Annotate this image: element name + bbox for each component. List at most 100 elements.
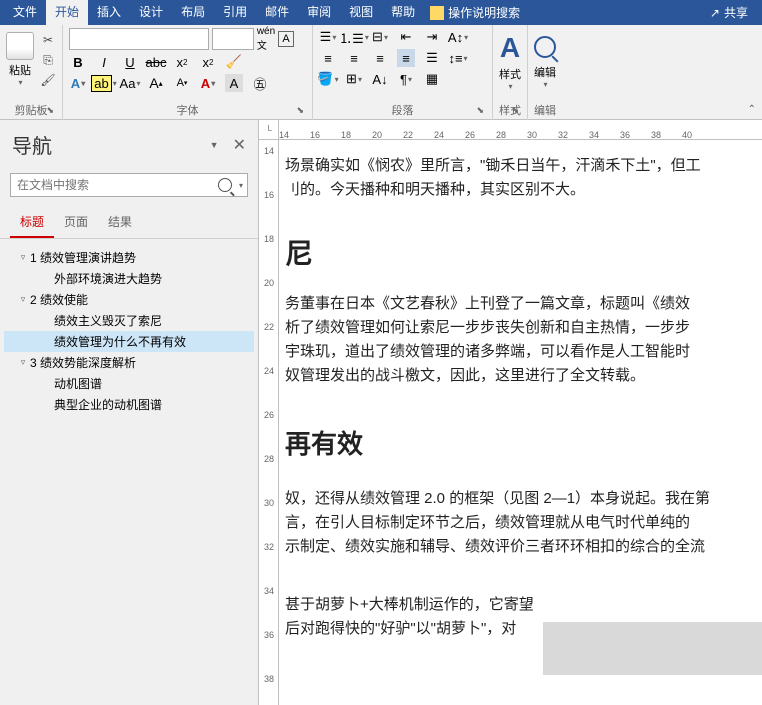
nav-tree-item[interactable]: 动机图谱 (4, 373, 254, 394)
styles-button[interactable]: 样式 (499, 66, 521, 82)
find-icon[interactable] (534, 36, 556, 58)
search-icon[interactable] (218, 178, 232, 192)
italic-button[interactable]: I (95, 53, 113, 71)
font-launcher-icon[interactable]: ⬊ (296, 105, 304, 116)
nav-tree-item[interactable]: 绩效主义毁灭了索尼 (4, 310, 254, 331)
font-label: 字体 (177, 105, 199, 117)
nav-tab-pages[interactable]: 页面 (54, 207, 98, 238)
underline-button[interactable]: U (121, 53, 139, 71)
clipboard-launcher-icon[interactable]: ⬊ (46, 105, 54, 116)
clipboard-label: 剪贴板 (15, 105, 48, 117)
edit-button[interactable]: 编辑 (534, 64, 556, 80)
nav-tree-item[interactable]: ▿1 绩效管理演讲趋势 (4, 247, 254, 268)
tab-design[interactable]: 设计 (130, 0, 172, 25)
change-case-icon[interactable]: Aa▾ (121, 74, 139, 92)
group-styles: A 样式 ▾ 样式⬊ (493, 25, 528, 120)
nav-tree-item[interactable]: 绩效管理为什么不再有效 (4, 331, 254, 352)
nav-search-input[interactable] (11, 178, 218, 192)
tab-help[interactable]: 帮助 (382, 0, 424, 25)
line-spacing-icon[interactable]: ↕≡▾ (449, 49, 467, 67)
vertical-ruler[interactable]: 14161820222426283032343638 (259, 140, 279, 705)
tab-file[interactable]: 文件 (4, 0, 46, 25)
strikethrough-button[interactable]: abc (147, 53, 165, 71)
tell-me-search[interactable]: 操作说明搜索 (430, 4, 520, 21)
shrink-font-icon[interactable]: A▾ (173, 74, 191, 92)
font-color-icon[interactable]: A▾ (199, 74, 217, 92)
styles-launcher-icon[interactable]: ⬊ (511, 105, 519, 116)
subscript-button[interactable]: x2 (173, 53, 191, 71)
tab-mailings[interactable]: 邮件 (256, 0, 298, 25)
paste-button[interactable]: 粘贴 (9, 62, 31, 78)
clear-format-icon[interactable]: 🧹 (225, 53, 243, 71)
body-text: 言，在引人目标制定环节之后，绩效管理就从电气时代单纯的 (285, 511, 752, 535)
styles-icon[interactable]: A (500, 32, 520, 64)
body-text: 奴，还得从绩效管理 2.0 的框架（见图 2—1）本身说起。我在第 (285, 487, 752, 511)
styles-dropdown[interactable]: ▾ (508, 82, 512, 91)
edit-dropdown[interactable]: ▾ (543, 80, 547, 89)
paragraph-launcher-icon[interactable]: ⬊ (476, 105, 484, 116)
paste-dropdown[interactable]: ▾ (18, 78, 22, 87)
nav-tree: ▿1 绩效管理演讲趋势外部环境演进大趋势▿2 绩效使能绩效主义毁灭了索尼绩效管理… (0, 239, 258, 705)
font-size-select[interactable] (212, 28, 254, 50)
tab-layout[interactable]: 布局 (172, 0, 214, 25)
tab-home[interactable]: 开始 (46, 0, 88, 25)
asian-layout-icon[interactable]: A↕▾ (449, 28, 467, 46)
horizontal-ruler[interactable]: └ 1416182022242628303234363840 (259, 120, 762, 140)
show-marks-icon[interactable]: ¶▾ (397, 70, 415, 88)
nav-dropdown-icon[interactable]: ▼ (210, 140, 219, 150)
nav-tree-item[interactable]: 典型企业的动机图谱 (4, 394, 254, 415)
tab-insert[interactable]: 插入 (88, 0, 130, 25)
ribbon: 粘贴 ▾ ✂ ⎘ 🖌 剪贴板⬊ wén文 A B I U abc x2 x2 🧹 (0, 25, 762, 120)
char-shading-icon[interactable]: A (225, 74, 243, 92)
nav-tree-item[interactable]: ▿2 绩效使能 (4, 289, 254, 310)
snap-grid-icon[interactable]: ▦ (423, 70, 441, 88)
body-text: 奴管理发出的战斗檄文，因此，这里进行了全文转载。 (285, 364, 752, 388)
body-text: 甚于胡萝卜+大棒机制运作的，它寄望 (285, 593, 752, 617)
body-text: 刂的。今天播种和明天播种，其实区别不大。 (285, 178, 752, 202)
shading-icon[interactable]: 🪣▾ (319, 70, 337, 88)
tab-view[interactable]: 视图 (340, 0, 382, 25)
paste-icon[interactable] (6, 32, 34, 60)
collapse-ribbon-icon[interactable]: ⌃ (748, 104, 756, 115)
text-effects-icon[interactable]: A▾ (69, 74, 87, 92)
nav-tree-item[interactable]: 外部环境演进大趋势 (4, 268, 254, 289)
nav-search-box[interactable]: ▾ (10, 173, 248, 197)
copy-icon[interactable]: ⎘ (40, 52, 56, 68)
font-name-select[interactable] (69, 28, 209, 50)
body-text: 宇珠玑，道出了绩效管理的诸多弊端，可以看作是人工智能时 (285, 340, 752, 364)
multilevel-icon[interactable]: ⊟▾ (371, 28, 389, 46)
tab-references[interactable]: 引用 (214, 0, 256, 25)
pinyin-guide-icon[interactable]: wén文 (257, 30, 275, 48)
bulb-icon (430, 6, 444, 20)
bold-button[interactable]: B (69, 53, 87, 71)
search-dropdown-icon[interactable]: ▾ (239, 181, 243, 190)
body-text: 示制定、绩效实施和辅导、绩效评价三者环环相扣的综合的全流 (285, 535, 752, 559)
align-left-icon[interactable]: ≡ (319, 49, 337, 67)
grow-font-icon[interactable]: A▴ (147, 74, 165, 92)
enclose-char-icon[interactable]: ㊄ (251, 74, 269, 92)
highlight-icon[interactable]: ab▾ (95, 74, 113, 92)
char-border-icon[interactable]: A (278, 31, 294, 47)
navigation-pane: 导航 ▼ ✕ ▾ 标题 页面 结果 ▿1 绩效管理演讲趋势外部环境演进大趋势▿2… (0, 120, 259, 705)
cut-icon[interactable]: ✂ (40, 32, 56, 48)
increase-indent-icon[interactable]: ⇥ (423, 28, 441, 46)
borders-icon[interactable]: ⊞▾ (345, 70, 363, 88)
format-painter-icon[interactable]: 🖌 (40, 72, 56, 88)
nav-close-icon[interactable]: ✕ (233, 135, 246, 155)
sort-icon[interactable]: A↓ (371, 70, 389, 88)
share-button[interactable]: ↗共享 (700, 4, 758, 21)
numbering-icon[interactable]: ⒈☰▾ (345, 28, 363, 46)
tell-me-label: 操作说明搜索 (448, 4, 520, 21)
nav-tab-results[interactable]: 结果 (98, 207, 142, 238)
tab-review[interactable]: 审阅 (298, 0, 340, 25)
nav-tree-item[interactable]: ▿3 绩效势能深度解析 (4, 352, 254, 373)
decrease-indent-icon[interactable]: ⇤ (397, 28, 415, 46)
align-justify-icon[interactable]: ≡ (397, 49, 415, 67)
bullets-icon[interactable]: ☰▾ (319, 28, 337, 46)
align-right-icon[interactable]: ≡ (371, 49, 389, 67)
nav-tab-headings[interactable]: 标题 (10, 207, 54, 238)
align-center-icon[interactable]: ≡ (345, 49, 363, 67)
distributed-icon[interactable]: ☰ (423, 49, 441, 67)
page-content[interactable]: 场景确实如《悯农》里所言，"锄禾日当午，汗滴禾下土"，但工 刂的。今天播种和明天… (279, 140, 762, 705)
superscript-button[interactable]: x2 (199, 53, 217, 71)
